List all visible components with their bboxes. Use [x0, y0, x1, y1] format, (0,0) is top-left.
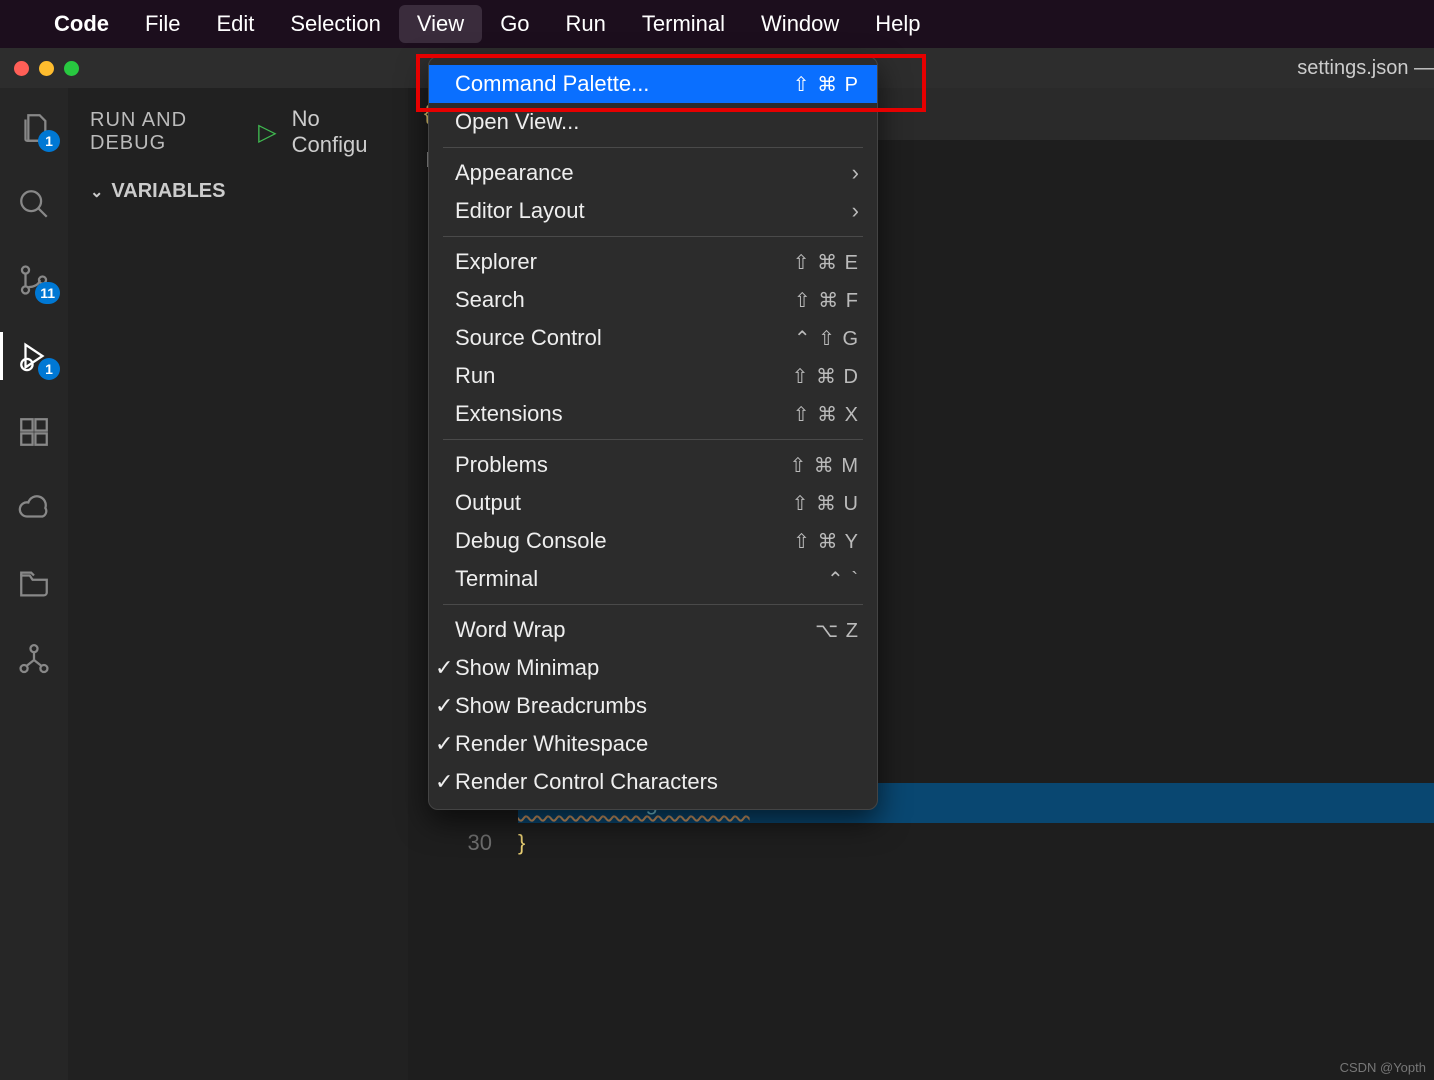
menu-item-debug-console[interactable]: Debug Console⇧ ⌘ Y	[429, 522, 877, 560]
menu-shortcut: ⌥ Z	[815, 618, 859, 643]
check-icon: ✓	[435, 655, 453, 681]
menu-shortcut: ⌃ `	[827, 567, 859, 592]
window-title: settings.json —	[1297, 57, 1434, 80]
menu-item-show-minimap[interactable]: ✓Show Minimap	[429, 649, 877, 687]
menu-item-label: Appearance	[455, 160, 852, 186]
menu-item-render-whitespace[interactable]: ✓Render Whitespace	[429, 725, 877, 763]
menu-shortcut: ⇧ ⌘ Y	[793, 529, 859, 554]
menu-item-word-wrap[interactable]: Word Wrap⌥ Z	[429, 611, 877, 649]
menu-item-run[interactable]: Run⇧ ⌘ D	[429, 357, 877, 395]
menu-item-label: Output	[455, 490, 792, 516]
menu-item-command-palette[interactable]: Command Palette...⇧ ⌘ P	[429, 65, 877, 103]
menu-item-label: Problems	[455, 452, 789, 478]
chevron-down-icon: ⌄	[90, 182, 103, 202]
menubar-item-code[interactable]: Code	[36, 5, 127, 43]
run-debug-icon[interactable]: 1	[14, 336, 54, 376]
menu-item-search[interactable]: Search⇧ ⌘ F	[429, 281, 877, 319]
menubar-item-help[interactable]: Help	[857, 5, 938, 43]
start-debug-icon[interactable]: ▷	[258, 118, 277, 147]
menu-item-label: Render Control Characters	[455, 769, 859, 795]
menu-item-show-breadcrumbs[interactable]: ✓Show Breadcrumbs	[429, 687, 877, 725]
minimize-window-button[interactable]	[39, 61, 54, 76]
menu-item-source-control[interactable]: Source Control⌃ ⇧ G	[429, 319, 877, 357]
traffic-lights	[14, 61, 79, 76]
check-icon: ✓	[435, 769, 453, 795]
menu-item-label: Editor Layout	[455, 198, 852, 224]
menu-shortcut: ⇧ ⌘ M	[789, 453, 859, 478]
macos-menubar: Code File Edit Selection View Go Run Ter…	[0, 0, 1434, 48]
menu-shortcut: ⇧ ⌘ U	[792, 491, 859, 516]
explorer-icon[interactable]: 1	[14, 108, 54, 148]
menu-item-label: Render Whitespace	[455, 731, 859, 757]
variables-label: VARIABLES	[111, 180, 225, 203]
menu-shortcut: ⌃ ⇧ G	[794, 326, 859, 351]
graph-icon[interactable]	[14, 640, 54, 680]
menubar-item-edit[interactable]: Edit	[198, 5, 272, 43]
sidebar-title: RUN AND DEBUG	[90, 109, 244, 155]
menu-item-label: Word Wrap	[455, 617, 815, 643]
menu-item-explorer[interactable]: Explorer⇧ ⌘ E	[429, 243, 877, 281]
menu-item-label: Source Control	[455, 325, 794, 351]
menu-item-label: Search	[455, 287, 794, 313]
debug-sidebar: RUN AND DEBUG ▷ No Configu ⌄ VARIABLES	[68, 88, 408, 1080]
menu-item-label: Debug Console	[455, 528, 793, 554]
view-menu-dropdown: Command Palette...⇧ ⌘ P Open View... Appea…	[428, 56, 878, 810]
menubar-item-file[interactable]: File	[127, 5, 198, 43]
menu-item-render-control-characters[interactable]: ✓Render Control Characters	[429, 763, 877, 801]
search-icon[interactable]	[14, 184, 54, 224]
menubar-item-window[interactable]: Window	[743, 5, 857, 43]
menu-shortcut: ⇧ ⌘ D	[792, 364, 859, 389]
menu-item-open-view[interactable]: Open View...	[429, 103, 877, 141]
menu-item-label: Show Breadcrumbs	[455, 693, 859, 719]
close-window-button[interactable]	[14, 61, 29, 76]
source-control-icon[interactable]: 11	[14, 260, 54, 300]
menu-item-label: Command Palette...	[455, 71, 793, 97]
extensions-icon[interactable]	[14, 412, 54, 452]
check-icon: ✓	[435, 693, 453, 719]
cloud-icon[interactable]	[14, 488, 54, 528]
menu-item-editor-layout[interactable]: Editor Layout›	[429, 192, 877, 230]
menu-item-terminal[interactable]: Terminal⌃ `	[429, 560, 877, 598]
variables-section-header[interactable]: ⌄ VARIABLES	[90, 180, 386, 203]
menubar-item-selection[interactable]: Selection	[272, 5, 399, 43]
menu-item-output[interactable]: Output⇧ ⌘ U	[429, 484, 877, 522]
menu-shortcut: ⇧ ⌘ F	[794, 288, 859, 313]
menu-shortcut: ⇧ ⌘ E	[793, 250, 859, 275]
config-selector[interactable]: No Configu	[292, 106, 386, 158]
watermark: CSDN @Yopth	[1340, 1060, 1426, 1075]
activity-bar: 1 11 1	[0, 88, 68, 1080]
menubar-item-go[interactable]: Go	[482, 5, 547, 43]
menubar-item-terminal[interactable]: Terminal	[624, 5, 743, 43]
menu-item-appearance[interactable]: Appearance›	[429, 154, 877, 192]
menu-shortcut: ⇧ ⌘ P	[793, 72, 859, 97]
menu-item-label: Explorer	[455, 249, 793, 275]
menu-item-problems[interactable]: Problems⇧ ⌘ M	[429, 446, 877, 484]
menu-item-extensions[interactable]: Extensions⇧ ⌘ X	[429, 395, 877, 433]
chevron-right-icon: ›	[852, 160, 859, 186]
chevron-right-icon: ›	[852, 198, 859, 224]
menu-item-label: Extensions	[455, 401, 793, 427]
menu-item-label: Show Minimap	[455, 655, 859, 681]
debug-badge: 1	[38, 358, 60, 380]
menu-item-label: Terminal	[455, 566, 827, 592]
folder-icon[interactable]	[14, 564, 54, 604]
menubar-item-view[interactable]: View	[399, 5, 482, 43]
explorer-badge: 1	[38, 130, 60, 152]
zoom-window-button[interactable]	[64, 61, 79, 76]
menubar-item-run[interactable]: Run	[548, 5, 624, 43]
scm-badge: 11	[35, 282, 60, 304]
menu-item-label: Run	[455, 363, 792, 389]
menu-item-label: Open View...	[455, 109, 859, 135]
menu-shortcut: ⇧ ⌘ X	[793, 402, 859, 427]
check-icon: ✓	[435, 731, 453, 757]
